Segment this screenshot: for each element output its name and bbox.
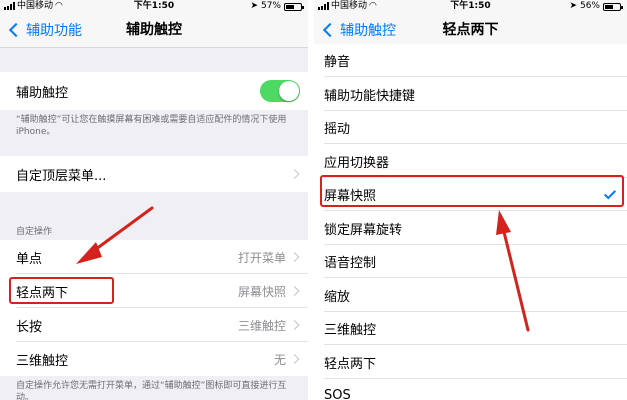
screenshot-root: 中国移动 ◠ 下午1:50 ➤ 57% 辅助功能 辅助触控 辅助触控 “辅助触控… <box>0 0 627 400</box>
left-phone-screen: 中国移动 ◠ 下午1:50 ➤ 57% 辅助功能 辅助触控 辅助触控 “辅助触控… <box>0 0 308 400</box>
right-phone-screen: 中国移动 ◠ 下午1:50 ➤ 56% 辅助触控 轻点两下 静音 辅助功能快捷键摇… <box>314 0 627 400</box>
annotation-arrow <box>76 206 154 264</box>
annotation-arrow <box>496 210 530 332</box>
